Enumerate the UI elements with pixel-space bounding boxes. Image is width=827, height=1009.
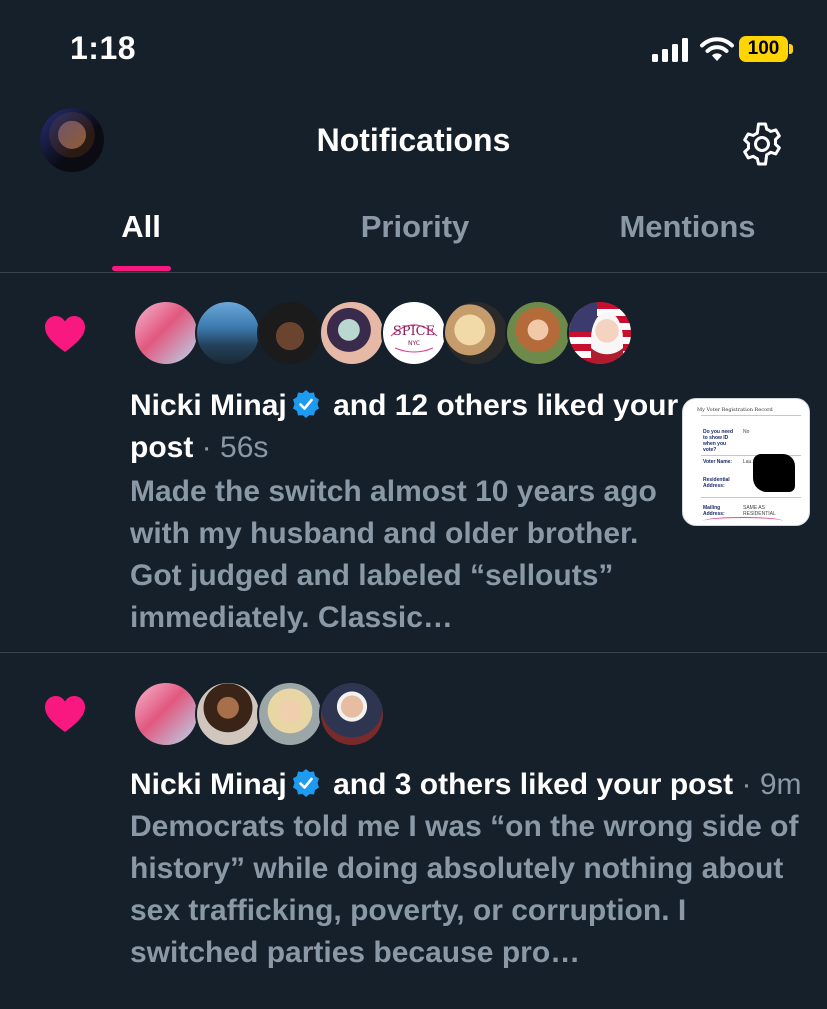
battery-level: 100	[747, 38, 780, 59]
timestamp: 9m	[759, 768, 802, 801]
avatar[interactable]: SPICE NYC	[381, 300, 447, 366]
wifi-icon	[700, 37, 734, 61]
notification-item[interactable]: Nicki Minaj and 3 others liked your post…	[0, 654, 827, 1009]
avatar[interactable]	[195, 300, 261, 366]
thumbnail-row-label: Residential Address:	[703, 477, 730, 489]
active-tab-indicator	[112, 266, 171, 271]
redaction-mark	[753, 454, 795, 492]
avatar[interactable]	[257, 300, 323, 366]
thumbnail-row-value: SAME AS RESIDENTIAL	[743, 505, 776, 517]
thumbnail-row-label: Do you need to show ID when you vote?	[703, 429, 734, 453]
separator: ·	[741, 768, 752, 801]
separator: ·	[201, 431, 212, 464]
avatar[interactable]	[567, 300, 633, 366]
heart-icon	[45, 316, 85, 352]
avatar[interactable]	[505, 300, 571, 366]
post-thumbnail[interactable]: My Voter Registration Record Do you need…	[682, 398, 810, 526]
tab-priority[interactable]: Priority	[280, 190, 550, 273]
avatar[interactable]	[319, 681, 385, 747]
post-preview: Democrats told me I was “on the wrong si…	[130, 810, 799, 969]
gear-icon[interactable]	[738, 120, 786, 168]
notification-tabs: All Priority Mentions	[0, 190, 827, 273]
actor-name[interactable]: Nicki Minaj	[130, 389, 287, 422]
avatar[interactable]	[133, 681, 199, 747]
page-title: Notifications	[316, 122, 511, 158]
post-preview: Made the switch almost 10 years ago with…	[130, 475, 657, 634]
thumbnail-row-value: No	[743, 429, 750, 435]
header: Notifications	[0, 100, 827, 190]
notification-item[interactable]: SPICE NYC Nicki Minaj and 12 others like…	[0, 274, 827, 653]
notification-action: and 3 others liked your post	[333, 768, 734, 801]
timestamp: 56s	[220, 431, 269, 464]
svg-text:NYC: NYC	[408, 340, 420, 347]
signal-icon	[652, 38, 688, 62]
avatar[interactable]	[257, 681, 323, 747]
svg-text:SPICE: SPICE	[393, 324, 435, 339]
thumbnail-title: My Voter Registration Record	[697, 407, 773, 413]
tab-mentions[interactable]: Mentions	[555, 190, 820, 273]
heart-icon	[45, 696, 85, 732]
thumbnail-row-label: Voter Name:	[703, 459, 733, 465]
verified-badge-icon	[292, 769, 319, 797]
battery-icon: 100	[739, 36, 793, 62]
actor-name[interactable]: Nicki Minaj	[130, 768, 287, 801]
highlight-mark	[703, 517, 783, 525]
avatar[interactable]	[133, 300, 199, 366]
avatar[interactable]	[319, 300, 385, 366]
thumbnail-row-label: Mailing Address:	[703, 505, 725, 517]
notification-text: Nicki Minaj and 3 others liked your post…	[130, 764, 810, 974]
tab-all[interactable]: All	[40, 190, 242, 273]
notifications-screen: 1:18 100 Notifications All Priority Ment…	[0, 0, 827, 1009]
avatar[interactable]	[195, 681, 261, 747]
notification-text: Nicki Minaj and 12 others liked your pos…	[130, 385, 680, 639]
avatar[interactable]	[443, 300, 509, 366]
spice-nyc-logo: SPICE NYC	[390, 324, 438, 353]
status-bar: 1:18 100	[0, 0, 827, 100]
verified-badge-icon	[292, 390, 319, 418]
status-time: 1:18	[70, 30, 137, 66]
